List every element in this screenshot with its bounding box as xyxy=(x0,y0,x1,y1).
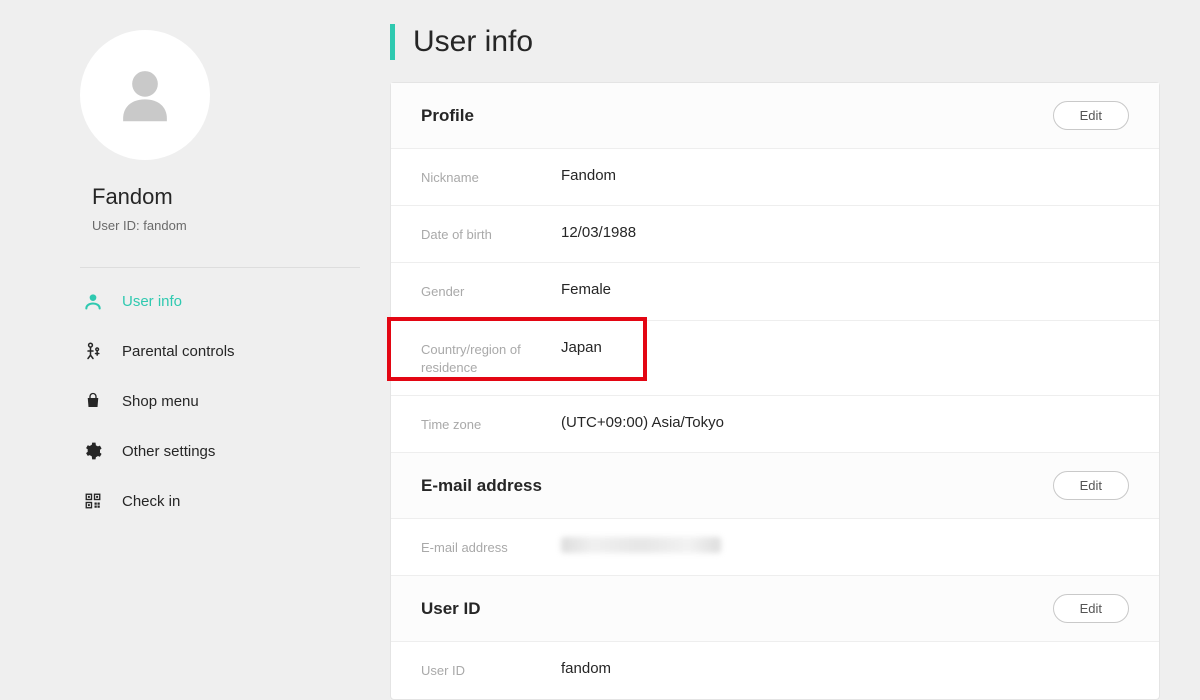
sidebar-item-parental-controls[interactable]: Parental controls xyxy=(80,326,390,376)
field-gender: Gender Female xyxy=(391,263,1159,320)
redacted-strip xyxy=(561,537,721,553)
field-label: User ID xyxy=(421,660,561,680)
avatar xyxy=(80,30,210,160)
field-label: Date of birth xyxy=(421,224,561,244)
field-label: Time zone xyxy=(421,414,561,434)
sidebar: Fandom User ID: fandom User info xyxy=(0,0,390,700)
field-date-of-birth: Date of birth 12/03/1988 xyxy=(391,206,1159,263)
family-icon xyxy=(82,340,104,362)
sidebar-item-user-info[interactable]: User info xyxy=(80,276,390,326)
field-value: 12/03/1988 xyxy=(561,224,636,241)
sidebar-item-other-settings[interactable]: Other settings xyxy=(80,426,390,476)
profile-section-header: Profile Edit xyxy=(391,83,1159,149)
accent-bar xyxy=(390,24,395,60)
page-title: User info xyxy=(413,25,533,59)
field-value: Fandom xyxy=(561,167,616,184)
divider xyxy=(80,267,360,268)
field-nickname: Nickname Fandom xyxy=(391,149,1159,206)
sidebar-item-label: User info xyxy=(122,293,182,310)
field-user-id: User ID fandom xyxy=(391,642,1159,698)
section-title: E-mail address xyxy=(421,476,542,496)
sidebar-item-check-in[interactable]: Check in xyxy=(80,476,390,526)
email-section-header: E-mail address Edit xyxy=(391,453,1159,519)
sidebar-item-label: Other settings xyxy=(122,443,215,460)
section-title: User ID xyxy=(421,599,481,619)
gear-icon xyxy=(82,440,104,462)
qr-code-icon xyxy=(82,490,104,512)
section-title: Profile xyxy=(421,106,474,126)
sidebar-item-label: Parental controls xyxy=(122,343,235,360)
settings-card: Profile Edit Nickname Fandom Date of bir… xyxy=(390,82,1160,700)
field-label: E-mail address xyxy=(421,537,561,557)
main-content: User info Profile Edit Nickname Fandom D… xyxy=(390,0,1200,700)
sidebar-item-label: Check in xyxy=(122,493,180,510)
field-email: E-mail address xyxy=(391,519,1159,576)
field-value: Female xyxy=(561,281,611,298)
field-value: Japan xyxy=(561,339,602,356)
edit-profile-button[interactable]: Edit xyxy=(1053,101,1129,130)
field-value-redacted xyxy=(561,537,721,553)
field-label: Gender xyxy=(421,281,561,301)
person-icon xyxy=(82,290,104,312)
shopping-bag-icon xyxy=(82,390,104,412)
edit-email-button[interactable]: Edit xyxy=(1053,471,1129,500)
sidebar-display-name: Fandom xyxy=(80,184,390,210)
sidebar-item-label: Shop menu xyxy=(122,393,199,410)
user-id-section-header: User ID Edit xyxy=(391,576,1159,642)
field-country-region: Country/region of residence Japan xyxy=(391,321,1159,396)
field-label: Country/region of residence xyxy=(421,339,561,377)
sidebar-item-shop-menu[interactable]: Shop menu xyxy=(80,376,390,426)
field-value: (UTC+09:00) Asia/Tokyo xyxy=(561,414,724,431)
edit-user-id-button[interactable]: Edit xyxy=(1053,594,1129,623)
page-title-row: User info xyxy=(390,24,1160,60)
person-icon xyxy=(110,60,180,130)
field-time-zone: Time zone (UTC+09:00) Asia/Tokyo xyxy=(391,396,1159,453)
field-label: Nickname xyxy=(421,167,561,187)
sidebar-user-id: User ID: fandom xyxy=(80,218,390,233)
